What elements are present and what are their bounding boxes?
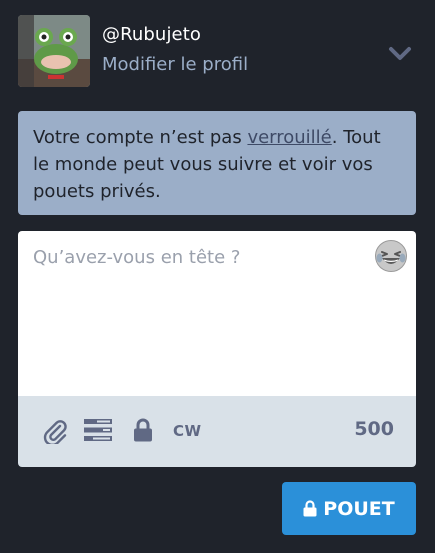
chevron-down-icon[interactable]	[386, 40, 414, 68]
publish-button[interactable]: POUET	[282, 482, 416, 535]
account-handle: @Rubujeto	[102, 24, 201, 45]
publish-button-label: POUET	[323, 497, 395, 520]
lock-icon	[303, 500, 317, 517]
compose-toolbar: CW 500	[18, 396, 416, 467]
character-counter: 500	[354, 418, 394, 440]
locked-link[interactable]: verrouillé	[247, 127, 331, 148]
notice-text-before: Votre compte n’est pas	[33, 127, 248, 148]
avatar[interactable]	[18, 15, 90, 87]
compose-textarea[interactable]	[18, 231, 416, 396]
edit-profile-link[interactable]: Modifier le profil	[102, 54, 248, 75]
unlocked-account-notice: Votre compte n’est pas verrouillé. Tout …	[18, 111, 416, 215]
content-warning-button[interactable]: CW	[173, 422, 202, 440]
paperclip-icon[interactable]	[42, 418, 68, 448]
lock-icon[interactable]	[133, 418, 153, 446]
compose-box	[18, 231, 416, 396]
grinning-squinting-emoji-icon[interactable]	[374, 239, 408, 273]
poll-icon[interactable]	[84, 418, 112, 446]
